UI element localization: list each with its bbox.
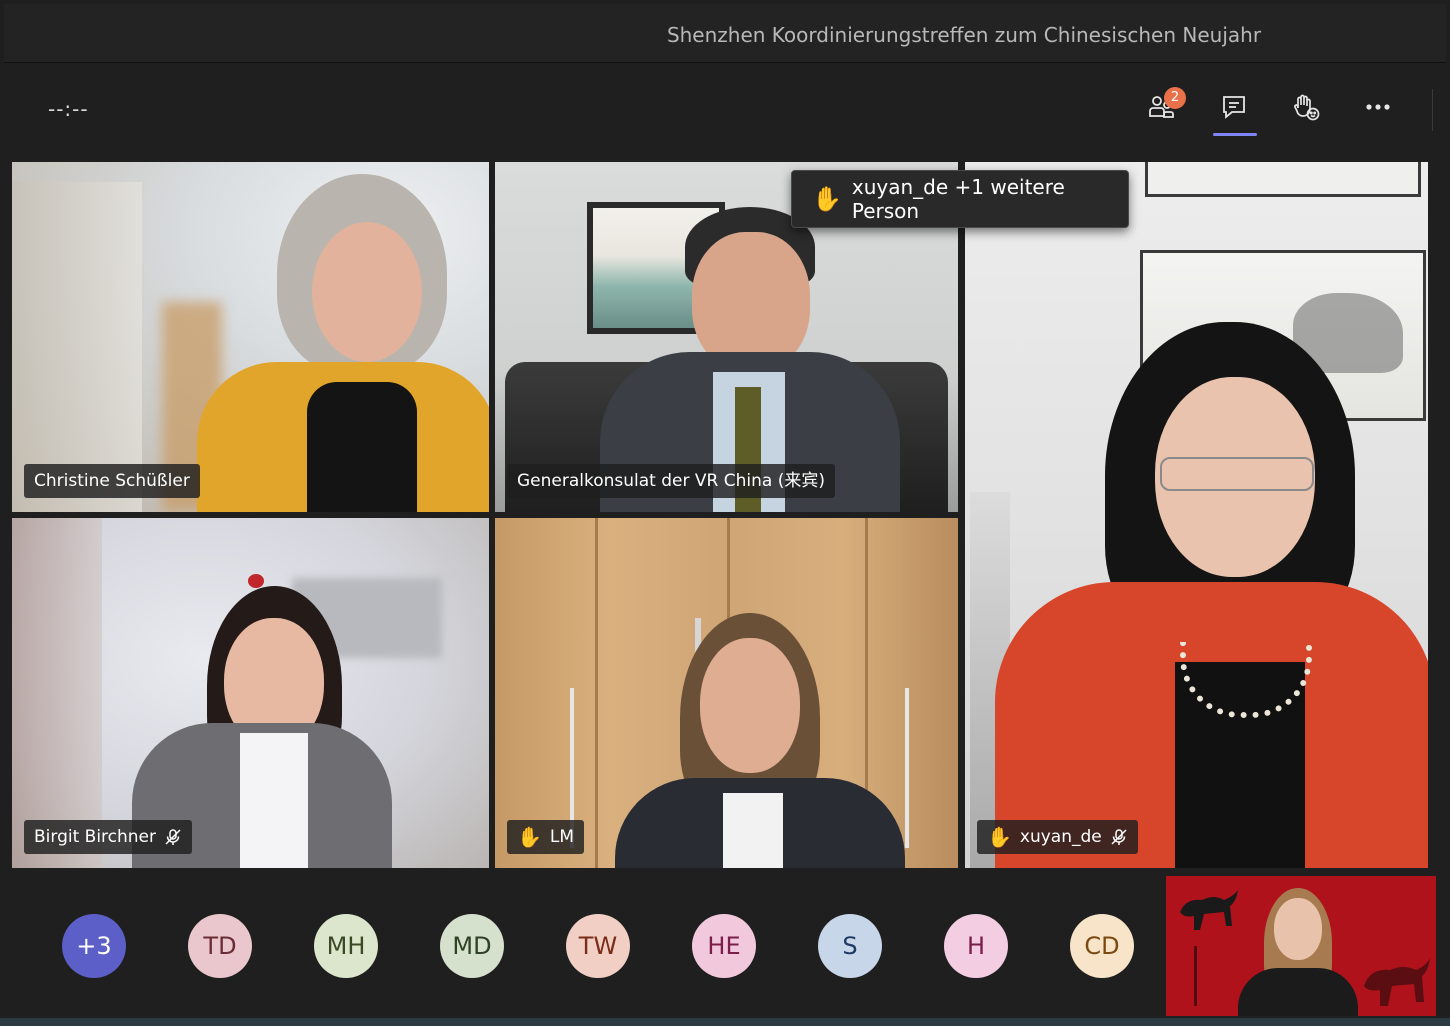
participant-name: Christine Schüßler [34,471,190,491]
person-face [692,232,810,372]
more-options-button[interactable] [1352,85,1404,133]
raised-hands-tooltip[interactable]: ✋ xuyan_de +1 weitere Person [791,170,1129,228]
chat-icon [1219,92,1249,126]
avatar[interactable]: TW [566,914,630,978]
raised-hand-icon: ✋ [987,825,1012,849]
avatar[interactable]: HE [692,914,756,978]
blurred-background-bookshelf [12,518,102,868]
meeting-timer: --:-- [48,97,89,121]
meeting-title: Shenzhen Koordinierungstreffen zum Chine… [666,23,1262,47]
avatar[interactable]: S [818,914,882,978]
blurred-background-shelf [12,182,142,512]
cabinet-seam [595,518,598,868]
reactions-button[interactable] [1280,85,1332,133]
window-bottom-edge [0,1018,1450,1026]
person-shirt [307,382,417,512]
raise-hand-icon [1291,92,1321,126]
participant-name-tag: Christine Schüßler [24,464,200,498]
participant-name: Birgit Birchner [34,827,157,847]
ox-illustration [1356,946,1434,1012]
avatar-initials: MH [326,932,366,960]
person-blouse [240,733,308,868]
video-tile-lm[interactable]: ✋ LM [495,518,958,868]
person-body [1238,968,1358,1016]
wall-frame-top [1145,162,1421,197]
person-face [700,638,800,773]
meeting-toolbar: --:-- 2 [4,63,1446,155]
cabinet-handle [905,688,909,848]
avatar-initials: TD [203,932,237,960]
avatar-initials: CD [1084,932,1120,960]
more-options-icon [1363,92,1393,126]
avatar-initials: S [842,932,858,960]
avatar-initials: +3 [76,932,112,960]
title-bar: Shenzhen Koordinierungstreffen zum Chine… [4,4,1446,63]
avatar-initials: TW [578,932,618,960]
raised-hand-icon: ✋ [812,185,842,213]
avatar[interactable]: MD [440,914,504,978]
person-shirt [723,793,783,868]
raised-hand-icon: ✋ [517,825,542,849]
participant-roster-strip: +3 TD MH MD TW HE S H CD [4,872,1446,1018]
self-video-preview[interactable] [1166,876,1436,1016]
avatar[interactable]: H [944,914,1008,978]
participant-name-tag: Birgit Birchner [24,820,193,854]
teams-meeting-window: Shenzhen Koordinierungstreffen zum Chine… [0,0,1450,1026]
avatar[interactable]: MH [314,914,378,978]
participant-name-tag: ✋ xuyan_de [977,820,1138,854]
avatar-initials: MD [452,932,492,960]
ox-illustration [1174,882,1242,938]
calligraphy-decoration [1194,946,1211,1006]
active-tab-indicator [1213,133,1257,136]
participant-name: LM [549,827,575,847]
tooltip-text: xuyan_de +1 weitere Person [851,175,1065,223]
participant-name: xuyan_de [1019,827,1102,847]
avatar[interactable]: TD [188,914,252,978]
avatar-initials: HE [707,932,741,960]
toolbar-divider [1432,89,1433,131]
participant-name-tag: Generalkonsulat der VR China (来宾) [507,464,835,498]
more-participants-avatar[interactable]: +3 [62,914,126,978]
person-face [1274,898,1322,960]
person-glasses [1160,457,1314,491]
video-tile-birgit[interactable]: Birgit Birchner [12,518,489,868]
mic-off-icon [164,828,182,846]
avatar[interactable]: CD [1070,914,1134,978]
video-tile-xuyan[interactable]: ✋ xuyan_de [965,162,1428,868]
avatar-initials: H [966,932,986,960]
participant-name: Generalkonsulat der VR China (来宾) [517,471,825,491]
mic-off-icon [1110,828,1128,846]
show-chat-button[interactable] [1208,85,1260,136]
participant-name-tag: ✋ LM [507,820,585,854]
participant-count-badge: 2 [1164,87,1186,109]
person-face [312,222,422,362]
video-tile-christine[interactable]: Christine Schüßler [12,162,489,512]
hair-clip [248,574,264,588]
show-participants-button[interactable]: 2 [1136,85,1188,133]
